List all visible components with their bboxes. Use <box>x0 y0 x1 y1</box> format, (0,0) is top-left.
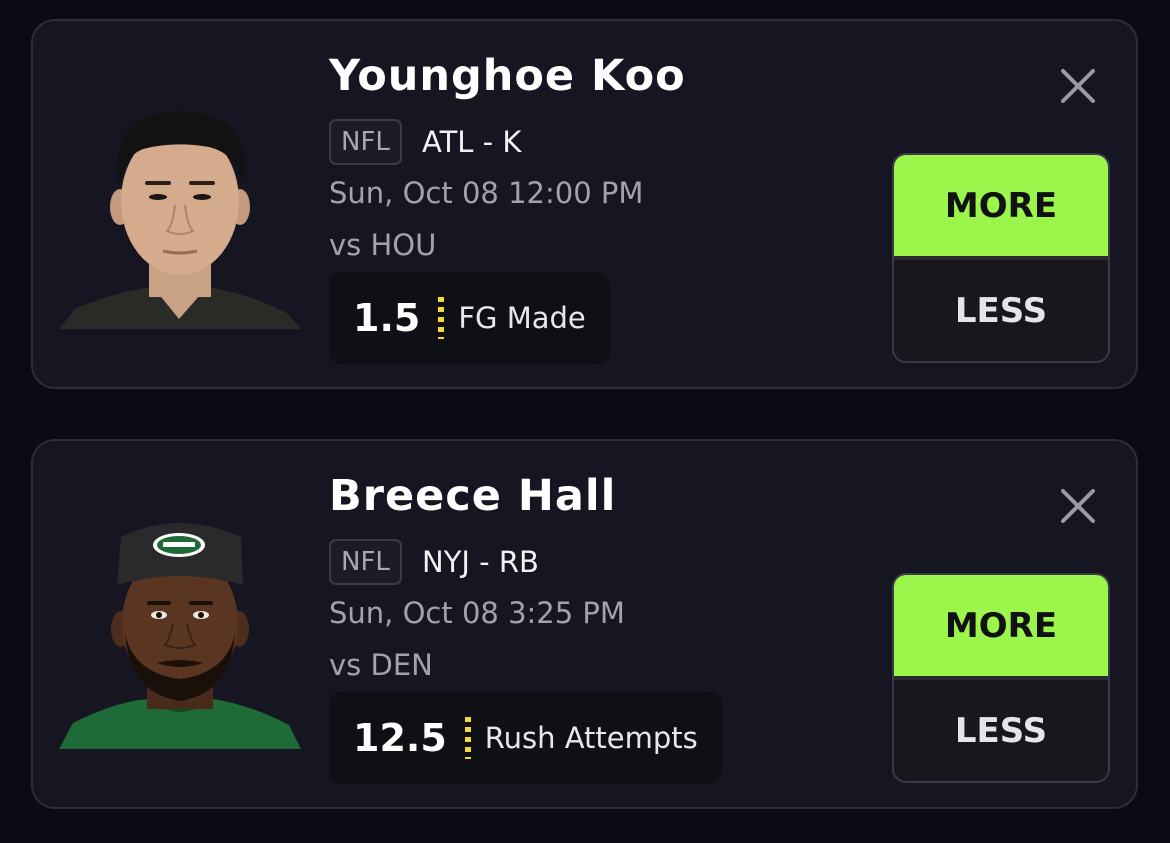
player-card: Younghoe Koo NFL ATL - K Sun, Oct 08 12:… <box>31 19 1138 389</box>
player-photo <box>57 503 301 749</box>
player-name: Younghoe Koo <box>329 51 686 101</box>
line-stat: Rush Attempts <box>484 721 698 755</box>
line-stat: FG Made <box>458 301 586 335</box>
league-badge: NFL <box>329 539 402 585</box>
more-button[interactable]: MORE <box>894 155 1108 260</box>
line-value: 1.5 <box>353 296 421 340</box>
game-time: Sun, Oct 08 12:00 PM <box>329 176 644 210</box>
close-icon[interactable] <box>1055 483 1101 529</box>
team-position: NYJ - RB <box>422 545 539 579</box>
less-button[interactable]: LESS <box>894 680 1108 781</box>
less-button[interactable]: LESS <box>894 260 1108 361</box>
projection-line: 1.5 FG Made <box>329 272 610 364</box>
opponent: vs HOU <box>329 228 437 262</box>
dotted-divider <box>438 297 445 339</box>
player-name: Breece Hall <box>329 471 617 521</box>
player-card: Breece Hall NFL NYJ - RB Sun, Oct 08 3:2… <box>31 439 1138 809</box>
pick-buttons: MORE LESS <box>892 153 1110 363</box>
dotted-divider <box>464 717 471 759</box>
opponent: vs DEN <box>329 648 433 682</box>
team-position: ATL - K <box>422 125 522 159</box>
player-photo <box>57 83 301 329</box>
line-value: 12.5 <box>353 716 447 760</box>
pick-buttons: MORE LESS <box>892 573 1110 783</box>
more-button[interactable]: MORE <box>894 575 1108 680</box>
league-badge: NFL <box>329 119 402 165</box>
game-time: Sun, Oct 08 3:25 PM <box>329 596 625 630</box>
close-icon[interactable] <box>1055 63 1101 109</box>
projection-line: 12.5 Rush Attempts <box>329 692 722 784</box>
